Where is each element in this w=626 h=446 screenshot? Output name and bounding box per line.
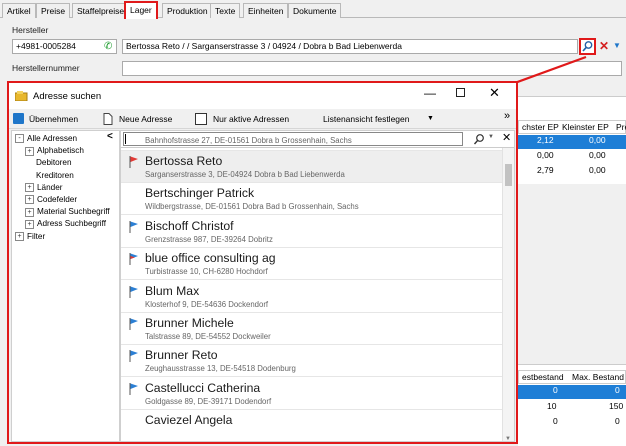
list-item[interactable]: Blum Max Klosterhof 9, DE-54636 Dockendor…: [121, 281, 514, 313]
collapse-panel-icon[interactable]: <: [107, 131, 113, 142]
chevron-down-icon: ▼: [427, 115, 434, 122]
address-name: Bertschinger Patrick: [145, 186, 255, 201]
list-item[interactable]: Bischoff Christof Grenzstrasse 987, DE-39…: [121, 216, 514, 248]
list-item[interactable]: Berrolla U.O. Bahnhofstrasse 27, DE-01561…: [121, 131, 514, 151]
flag-icon: [129, 220, 138, 233]
flag-icon: [129, 253, 138, 266]
address-list: ▼ ✕ Berrolla U.O.Bahnhofstrasse 27, DE-0…: [120, 130, 515, 442]
tree-node[interactable]: - Alle Adressen: [15, 134, 78, 144]
only-active-label: Nur aktive Adressen: [213, 114, 290, 124]
only-active-checkbox-icon: [195, 113, 207, 125]
overflow-icon[interactable]: »: [504, 109, 510, 123]
address-name: Berrolla U.O.: [145, 131, 215, 134]
tree-node[interactable]: Debitoren: [36, 158, 72, 167]
minimize-button[interactable]: —: [424, 86, 436, 100]
address-name: Brunner Michele: [145, 316, 234, 330]
flag-icon: [129, 350, 138, 363]
address-name: Castellucci Catherina: [145, 380, 261, 395]
address-line: Talstrasse 89, DE-54552 Dockweiler: [145, 332, 271, 341]
address-name: Brunner Reto: [145, 348, 218, 363]
tree-node[interactable]: + Alphabetisch: [25, 146, 84, 156]
list-view-label: Listenansicht festlegen: [323, 114, 410, 124]
only-active-toggle[interactable]: Nur aktive Adressen: [195, 112, 305, 126]
address-line: Klosterhof 9, DE-54636 Dockendorf: [145, 299, 269, 309]
expand-icon[interactable]: +: [25, 219, 34, 229]
address-line: Wildbergstrasse, DE-01561 Dobra Bad b Gr…: [145, 202, 359, 212]
address-line: Bahnhofstrasse 27, DE-01561 Dobra b Gros…: [145, 136, 352, 145]
tree-node-label: Filter: [27, 231, 46, 241]
dialog-toolbar: Übernehmen Neue Adresse Nur aktive Adres…: [9, 109, 516, 129]
scrollbar-thumb[interactable]: [505, 164, 512, 186]
tree-node-label: Alphabetisch: [37, 146, 84, 156]
tree-node-label: Kreditoren: [36, 170, 74, 180]
list-view-dropdown[interactable]: Listenansicht festlegen ▼: [323, 112, 443, 126]
tree-node[interactable]: + Filter: [15, 232, 45, 241]
list-item[interactable]: Caviezel Angela: [121, 410, 514, 441]
address-name: Bischoff Christof: [145, 218, 234, 233]
tree-node[interactable]: + Codefelder: [25, 195, 78, 205]
scroll-down-icon[interactable]: ▼: [505, 436, 511, 441]
expand-icon[interactable]: +: [25, 195, 34, 205]
collapse-icon[interactable]: -: [15, 134, 24, 144]
category-tree: - Alle Adressen + Alphabetisch Debitoren Kred…: [11, 130, 120, 442]
address-name: Bertossa Reto: [145, 154, 223, 168]
list-item[interactable]: Bertossa Reto Sarganserstrasse 3, DE-0492…: [121, 151, 514, 183]
tree-node-label: Material Suchbegriff: [37, 207, 110, 217]
dialog-titlebar: Adresse suchen — ✕: [9, 83, 516, 109]
expand-icon[interactable]: +: [25, 183, 34, 193]
address-book-icon: [15, 91, 28, 101]
tree-node[interactable]: Kreditoren: [36, 171, 74, 180]
address-name: blue office consulting ag: [145, 251, 276, 266]
flag-icon: [129, 285, 138, 298]
maximize-button[interactable]: [456, 88, 465, 97]
tree-node-label: Länder: [37, 182, 63, 192]
apply-label: Übernehmen: [29, 114, 79, 124]
new-address-button[interactable]: Neue Adresse: [103, 112, 185, 126]
new-document-icon: [103, 113, 113, 125]
address-name: Caviezel Angela: [145, 413, 233, 428]
close-button[interactable]: ✕: [489, 85, 500, 101]
list-item[interactable]: Brunner Reto Zeughausstrasse 13, DE-54518…: [121, 345, 514, 378]
expand-icon[interactable]: +: [25, 146, 34, 156]
address-name: Blum Max: [145, 283, 200, 298]
vertical-scrollbar[interactable]: ▼: [502, 148, 514, 441]
tree-node-label: Adress Suchbegriff: [37, 219, 107, 229]
tree-node[interactable]: + Adress Suchbegriff: [25, 219, 107, 229]
tree-node-label: Alle Adressen: [27, 134, 78, 143]
apply-button[interactable]: Übernehmen: [13, 112, 95, 126]
tree-node-label: Debitoren: [36, 158, 72, 168]
address-line: Sarganserstrasse 3, DE-04924 Dobra b Bad…: [145, 170, 345, 179]
address-line: Turbistrasse 10, CH-6280 Hochdorf: [145, 267, 268, 277]
tree-node[interactable]: + Länder: [25, 182, 63, 193]
list-item[interactable]: Castellucci Catherina Goldgasse 89, DE-39…: [121, 378, 514, 410]
flag-icon: [129, 382, 138, 395]
flag-icon: [129, 156, 138, 168]
expand-icon[interactable]: +: [15, 231, 24, 241]
list-item[interactable]: Brunner Michele Talstrasse 89, DE-54552 D…: [121, 313, 514, 345]
new-address-label: Neue Adresse: [119, 114, 173, 124]
list-item[interactable]: blue office consulting ag Turbistrasse 10…: [121, 248, 514, 281]
address-search-dialog: Adresse suchen — ✕ Übernehmen Neue Adres…: [7, 81, 518, 444]
apply-check-icon: [13, 113, 24, 124]
tree-node-label: Codefelder: [37, 195, 78, 204]
list-item[interactable]: Bertschinger Patrick Wildbergstrasse, DE-…: [121, 183, 514, 216]
flag-icon: [129, 318, 138, 330]
address-line: Grenzstrasse 987, DE-39264 Dobritz: [145, 234, 273, 244]
tree-node[interactable]: + Material Suchbegriff: [25, 207, 110, 217]
dialog-title: Adresse suchen: [33, 91, 102, 102]
expand-icon[interactable]: +: [25, 207, 34, 217]
address-line: Zeughausstrasse 13, DE-54518 Dodenburg: [145, 364, 296, 374]
address-line: Goldgasse 89, DE-39171 Dodendorf: [145, 396, 272, 406]
